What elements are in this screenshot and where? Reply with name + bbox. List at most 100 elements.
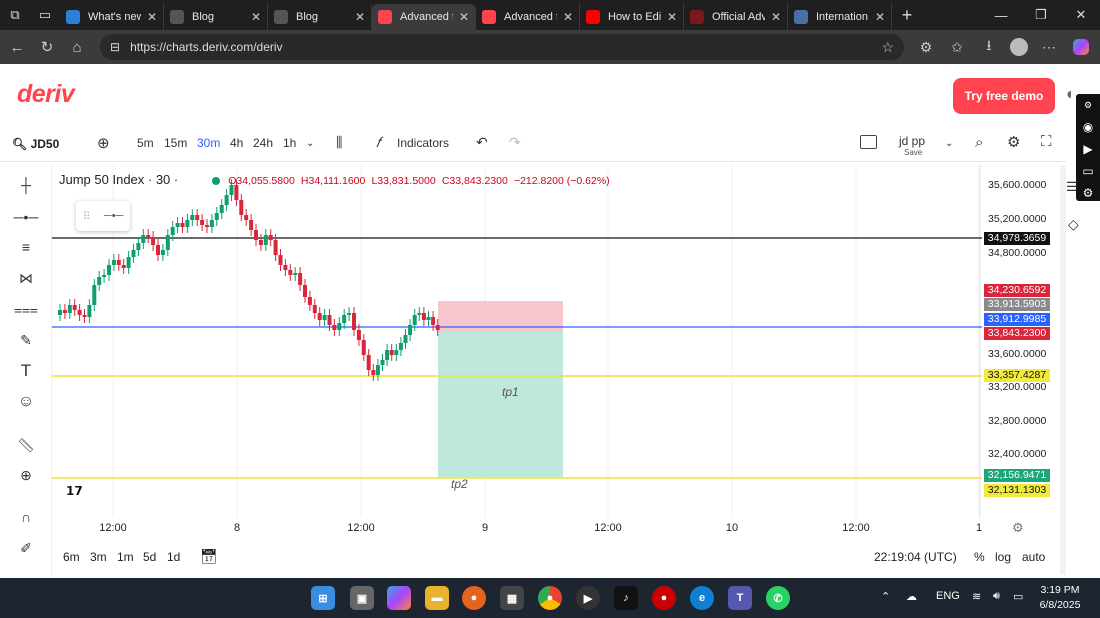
system-clock[interactable]: 3:19 PM 6/8/2025 bbox=[1030, 583, 1090, 613]
record-icon[interactable]: ● bbox=[652, 586, 676, 610]
add-compare-icon[interactable]: ⊕ bbox=[97, 134, 110, 152]
try-free-demo-button[interactable]: Try free demo bbox=[953, 78, 1055, 114]
language-indicator[interactable]: ENG bbox=[936, 590, 960, 602]
list-icon[interactable]: ☰ bbox=[1066, 179, 1078, 195]
start-icon[interactable]: ⊞ bbox=[311, 586, 335, 610]
close-tab-icon[interactable]: ✕ bbox=[147, 10, 157, 24]
utc-clock[interactable]: 22:19:04 (UTC) bbox=[874, 550, 957, 564]
zoom-tool-icon[interactable]: ⊕ bbox=[14, 463, 38, 487]
timeframe-4h[interactable]: 4h bbox=[230, 136, 243, 150]
home-icon[interactable]: ⌂ bbox=[62, 32, 92, 62]
cloud-tray-icon[interactable]: ☁ bbox=[906, 590, 917, 603]
copilot-icon[interactable] bbox=[1068, 34, 1094, 60]
whatsapp-icon[interactable]: ✆ bbox=[766, 586, 790, 610]
crosshair-icon[interactable]: ┼ bbox=[14, 173, 38, 197]
timeframe-15m[interactable]: 15m bbox=[164, 136, 187, 150]
line-style-icon[interactable]: ─•─ bbox=[104, 210, 123, 222]
fib-tool-icon[interactable]: ≡ bbox=[14, 235, 38, 259]
redo-icon[interactable]: ↷ bbox=[509, 134, 521, 151]
date-range-icon[interactable]: 📅︎ bbox=[200, 548, 218, 565]
browser-tab[interactable]: Blog ✕ bbox=[268, 4, 372, 30]
range-5d[interactable]: 5d bbox=[143, 550, 156, 564]
chrome-icon[interactable]: ● bbox=[538, 586, 562, 610]
timeframe-24h[interactable]: 24h bbox=[253, 136, 273, 150]
tiktok-icon[interactable]: ♪ bbox=[614, 586, 638, 610]
close-tab-icon[interactable]: ✕ bbox=[875, 10, 885, 24]
downloads-icon[interactable]: ⭳ bbox=[976, 34, 1002, 60]
chart-type-icon[interactable]: ⫼ bbox=[336, 134, 342, 151]
volume-icon[interactable]: 🔊︎ bbox=[993, 590, 1000, 603]
back-icon[interactable]: ← bbox=[2, 32, 32, 62]
fullscreen-icon[interactable]: ⛶ bbox=[1041, 133, 1052, 150]
timeframe-dropdown-icon[interactable]: ⌄ bbox=[306, 138, 314, 149]
pattern-tool-icon[interactable]: ⋈ bbox=[14, 266, 38, 290]
layers-icon[interactable]: ◇ bbox=[1068, 216, 1079, 233]
media-player-icon[interactable]: ▶ bbox=[576, 586, 600, 610]
browser-tab[interactable]: Official Adv ✕ bbox=[684, 4, 788, 30]
page-scrollbar[interactable] bbox=[1060, 165, 1066, 575]
video-icon[interactable]: ▶ bbox=[1076, 138, 1100, 160]
extensions-icon[interactable]: ⚙ bbox=[913, 34, 939, 60]
ruler-tool-icon[interactable]: 📏︎ bbox=[14, 433, 38, 457]
tradingview-logo[interactable]: 𝟭𝟳 bbox=[66, 484, 86, 500]
lock-drawing-icon[interactable]: ✐ bbox=[14, 536, 38, 560]
close-tab-icon[interactable]: ✕ bbox=[251, 10, 261, 24]
close-tab-icon[interactable]: ✕ bbox=[355, 10, 365, 24]
range-6m[interactable]: 6m bbox=[63, 550, 80, 564]
restore-button[interactable]: ❐ bbox=[1022, 0, 1060, 30]
workspaces-icon[interactable]: ⧉ bbox=[0, 0, 30, 30]
gear-icon[interactable]: ⚙ bbox=[1076, 182, 1100, 204]
tab-actions-icon[interactable]: ▭ bbox=[30, 0, 60, 30]
copilot-taskbar-icon[interactable] bbox=[387, 586, 411, 610]
timeframe-30m[interactable]: 30m bbox=[197, 136, 220, 150]
wifi-icon[interactable]: ≋ bbox=[972, 590, 981, 603]
close-window-button[interactable]: ✕ bbox=[1062, 0, 1100, 30]
url-input[interactable]: ⊟ https://charts.deriv.com/deriv ☆ bbox=[100, 34, 904, 60]
drawing-toolbar-widget[interactable]: ⠿ ─•─ bbox=[76, 201, 130, 231]
drag-handle-icon[interactable]: ⠿ bbox=[83, 210, 91, 223]
favorite-star-icon[interactable]: ☆ bbox=[881, 39, 894, 56]
browser-tab[interactable]: Blog ✕ bbox=[164, 4, 268, 30]
emoji-tool-icon[interactable]: ☺ bbox=[14, 390, 38, 414]
undo-icon[interactable]: ↶ bbox=[476, 134, 488, 151]
channel-tool-icon[interactable]: ⩶ bbox=[14, 297, 38, 321]
timeframe-5m[interactable]: 5m bbox=[137, 136, 154, 150]
minimize-button[interactable]: — bbox=[982, 0, 1020, 30]
alert-search-icon[interactable]: ⌕ bbox=[975, 134, 983, 151]
more-menu-icon[interactable]: ⋯ bbox=[1036, 34, 1062, 60]
browser-tab[interactable]: Advanced t ✕ bbox=[372, 4, 476, 30]
template-name[interactable]: jd pp bbox=[899, 134, 925, 148]
close-tab-icon[interactable]: ✕ bbox=[459, 10, 469, 24]
task-view-icon[interactable]: ▣ bbox=[350, 586, 374, 610]
firefox-icon[interactable]: ● bbox=[462, 586, 486, 610]
range-3m[interactable]: 3m bbox=[90, 550, 107, 564]
line-tool-icon[interactable]: ─•─ bbox=[14, 205, 39, 229]
battery-icon[interactable]: ▭ bbox=[1013, 590, 1023, 603]
settings-small-icon[interactable]: ⚙ bbox=[1076, 94, 1100, 116]
edge-icon[interactable]: e bbox=[690, 586, 714, 610]
camera-icon[interactable]: ◉ bbox=[1076, 116, 1100, 138]
text-tool-icon[interactable]: T bbox=[14, 359, 38, 383]
close-tab-icon[interactable]: ✕ bbox=[563, 10, 573, 24]
price-chart[interactable]: tp1 tp2 bbox=[52, 165, 1062, 517]
percent-toggle[interactable]: % bbox=[974, 550, 985, 564]
screen-icon[interactable]: ▭ bbox=[1076, 160, 1100, 182]
range-1d[interactable]: 1d bbox=[167, 550, 180, 564]
log-toggle[interactable]: log bbox=[995, 550, 1011, 564]
browser-tab[interactable]: How to Edi ✕ bbox=[580, 4, 684, 30]
browser-tab[interactable]: What's new ✕ bbox=[60, 4, 164, 30]
indicators-button[interactable]: Indicators bbox=[397, 136, 449, 150]
time-axis[interactable]: 12:00 8 12:00 9 12:00 10 12:00 1 ⚙ bbox=[52, 517, 1062, 541]
range-1m[interactable]: 1m bbox=[117, 550, 134, 564]
browser-tab[interactable]: Advanced t ✕ bbox=[476, 4, 580, 30]
timeframe-1h[interactable]: 1h bbox=[283, 136, 296, 150]
layout-checkbox-icon[interactable] bbox=[860, 135, 877, 149]
file-explorer-icon[interactable]: ▬ bbox=[425, 586, 449, 610]
new-tab-button[interactable]: + bbox=[892, 0, 922, 30]
settings-icon[interactable]: ⚙ bbox=[1007, 133, 1020, 151]
template-save[interactable]: Save bbox=[904, 148, 922, 157]
brush-tool-icon[interactable]: ✎ bbox=[14, 328, 38, 352]
calendar-app-icon[interactable]: ▦ bbox=[500, 586, 524, 610]
theme-toggle-icon[interactable]: ◐ bbox=[1066, 86, 1076, 104]
auto-toggle[interactable]: auto bbox=[1022, 550, 1045, 564]
